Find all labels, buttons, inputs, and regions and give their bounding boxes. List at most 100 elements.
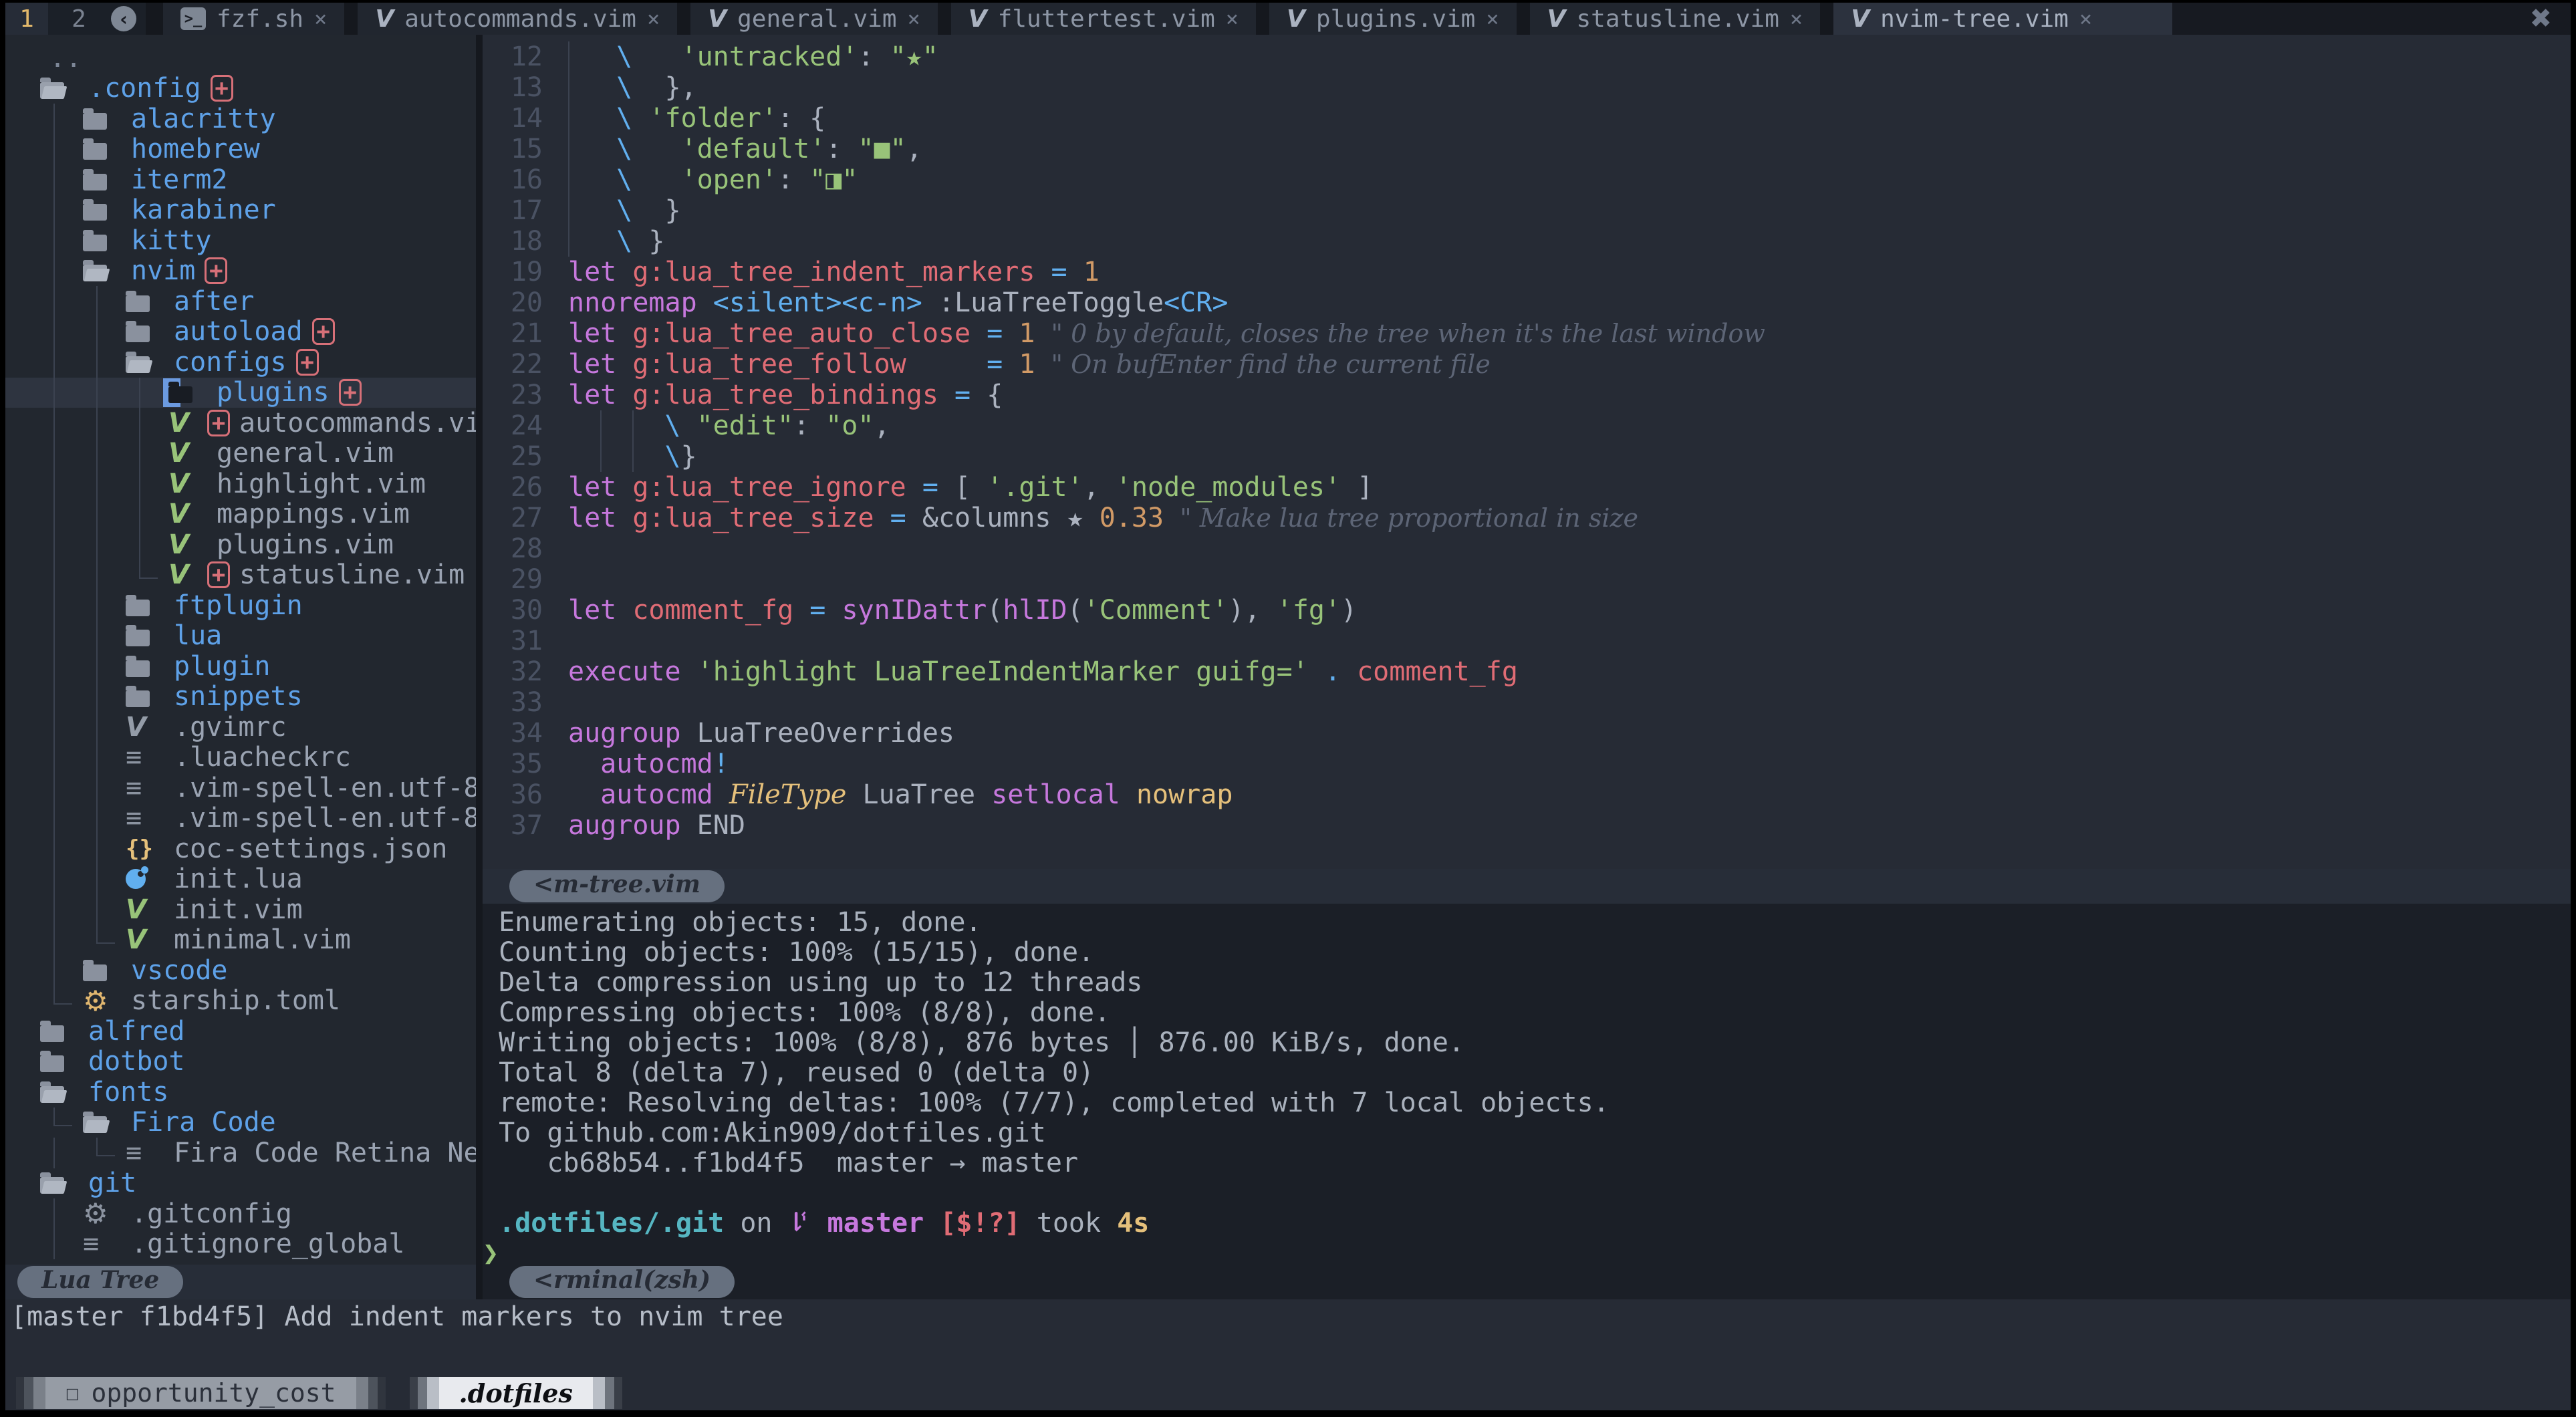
tree-item[interactable]: git: [5, 1168, 476, 1199]
tree-item[interactable]: Vplugins.vim: [5, 529, 476, 560]
file-tree-panel[interactable]: ...config+alacrittyhomebrewiterm2karabin…: [5, 35, 476, 1265]
terminal-pane[interactable]: Enumerating objects: 15, done. Counting …: [483, 904, 2571, 1265]
tree-item[interactable]: Vgeneral.vim: [5, 438, 476, 469]
tree-guide: [40, 1138, 83, 1168]
tree-item[interactable]: ⚙.gitconfig: [5, 1198, 476, 1229]
buffer-tab-fzf.sh[interactable]: >_fzf.sh×: [163, 3, 344, 35]
tree-item[interactable]: ..: [5, 43, 476, 74]
tab-close-icon[interactable]: ×: [314, 6, 327, 31]
line-number: 22: [483, 349, 568, 380]
tab-label: statusline.vim: [1576, 5, 1779, 33]
tree-icon-cell: {}: [126, 833, 158, 864]
window-separator[interactable]: [476, 35, 483, 1265]
tab-close-icon[interactable]: ×: [1486, 6, 1499, 31]
tmux-window-opportunity_cost[interactable]: ☐opportunity_cost: [16, 1377, 386, 1409]
buffer-tab-statusline.vim[interactable]: Vstatusline.vim×: [1530, 3, 1821, 35]
tree-item[interactable]: homebrew: [5, 134, 476, 165]
tree-item[interactable]: V+statusline.vim: [5, 560, 476, 591]
tabpage-2[interactable]: 2: [57, 5, 100, 33]
tree-item[interactable]: ≡.vim-spell-en.utf-8.: [5, 803, 476, 834]
terminal-icon: >_: [180, 7, 206, 30]
line-number: 32: [483, 656, 568, 687]
tree-guide: [83, 317, 126, 348]
back-icon[interactable]: ‹: [111, 6, 136, 31]
code-line: 26let g:lua_tree_ignore = [ '.git', 'nod…: [483, 472, 2571, 503]
tree-item[interactable]: ⚙ starship.toml: [5, 986, 476, 1017]
buffer-tab-general.vim[interactable]: Vgeneral.vim×: [690, 3, 938, 35]
tree-item[interactable]: vscode: [5, 955, 476, 986]
terminal-statusline-label: <rminal(zsh): [509, 1266, 735, 1298]
tree-item[interactable]: alacritty: [5, 104, 476, 134]
tree-guide: [126, 529, 168, 560]
tree-item[interactable]: iterm2: [5, 164, 476, 195]
tree-item-label: coc-settings.json: [174, 833, 447, 864]
tree-item-label: minimal.vim: [174, 925, 351, 956]
tree-icon-cell: [83, 195, 115, 226]
tree-item[interactable]: ≡.vim-spell-en.utf-8.: [5, 773, 476, 803]
tree-item[interactable]: after: [5, 286, 476, 317]
tree-item[interactable]: ≡Fira Code Retina Ner: [5, 1138, 476, 1168]
tab-label: plugins.vim: [1316, 5, 1475, 33]
tree-item[interactable]: ≡.gitignore_global: [5, 1229, 476, 1260]
tree-guide: [40, 590, 83, 621]
tree-item[interactable]: Fira Code: [5, 1108, 476, 1138]
tree-item[interactable]: plugins+: [5, 378, 476, 408]
tab-close-icon[interactable]: ×: [908, 6, 920, 31]
code-line: 27let g:lua_tree_size = &columns ★ 0.33 …: [483, 503, 2571, 533]
tree-icon-cell: V: [168, 529, 201, 560]
tree-item[interactable]: autoload+: [5, 317, 476, 348]
terminal-line: Delta compression using up to 12 threads: [483, 968, 2571, 998]
tree-item[interactable]: {} coc-settings.json: [5, 833, 476, 864]
tree-item[interactable]: Vinit.vim: [5, 894, 476, 925]
tree-icon-cell: V: [168, 408, 201, 438]
close-all-icon[interactable]: ✖: [2510, 3, 2571, 35]
tree-item[interactable]: V+autocommands.vim: [5, 408, 476, 438]
tree-item[interactable]: .config+: [5, 74, 476, 104]
buffer-tab-plugins.vim[interactable]: Vplugins.vim×: [1269, 3, 1517, 35]
tree-item[interactable]: Vmappings.vim: [5, 499, 476, 530]
tree-item[interactable]: kitty: [5, 225, 476, 256]
indent-guide: [568, 164, 584, 195]
tree-guide: [40, 134, 83, 165]
tree-item[interactable]: ≡.luacheckrc: [5, 743, 476, 773]
buffer-tab-nvim-tree.vim[interactable]: Vnvim-tree.vim×: [1833, 3, 2172, 35]
tree-item[interactable]: Vminimal.vim: [5, 925, 476, 956]
tree-item[interactable]: ftplugin: [5, 590, 476, 621]
tree-icon-cell: [126, 864, 158, 895]
tree-item[interactable]: configs+: [5, 347, 476, 378]
tmux-window-.dotfiles[interactable]: .dotfiles: [410, 1377, 622, 1409]
tree-icon-cell: [83, 225, 115, 256]
tree-item-label: .gitconfig: [131, 1198, 292, 1229]
tab-close-icon[interactable]: ×: [1226, 6, 1239, 31]
tree-item[interactable]: V.gvimrc: [5, 712, 476, 743]
tree-item[interactable]: snippets: [5, 682, 476, 713]
tree-item-label: starship.toml: [131, 986, 340, 1017]
tree-item-label: plugins.vim: [217, 529, 394, 560]
tab-close-icon[interactable]: ×: [2079, 6, 2092, 31]
tree-item[interactable]: init.lua: [5, 864, 476, 895]
tabpage-1[interactable]: 1: [5, 3, 48, 35]
tree-guide: [40, 164, 83, 195]
tree-item[interactable]: nvim+: [5, 256, 476, 287]
tree-item[interactable]: Vhighlight.vim: [5, 469, 476, 499]
tree-item[interactable]: karabiner: [5, 195, 476, 226]
tree-item[interactable]: alfred: [5, 1016, 476, 1047]
buffer-tab-fluttertest.vim[interactable]: Vfluttertest.vim×: [951, 3, 1256, 35]
tree-icon-cell: [126, 317, 158, 348]
tree-icon-cell: [83, 104, 115, 134]
tree-icon-cell: [40, 1016, 72, 1047]
tree-item[interactable]: fonts: [5, 1077, 476, 1108]
gear-icon: ⚙: [83, 986, 108, 1017]
tree-item[interactable]: lua: [5, 621, 476, 652]
folder-open-icon: [83, 1116, 107, 1133]
tree-item[interactable]: dotbot: [5, 1047, 476, 1077]
tree-item[interactable]: plugin: [5, 651, 476, 682]
editor-pane[interactable]: 12 \ 'untracked': "★"13 \ },14 \ 'folder…: [483, 35, 2571, 869]
buffer-tab-autocommands.vim[interactable]: Vautocommands.vim×: [358, 3, 677, 35]
plus-badge: +: [205, 257, 227, 284]
tab-close-icon[interactable]: ×: [1790, 6, 1803, 31]
tab-close-icon[interactable]: ×: [647, 6, 660, 31]
tree-item-label: snippets: [174, 682, 303, 713]
tmux-status-bar: ☐opportunity_cost .dotfiles: [5, 1376, 2571, 1410]
tree-guide: [40, 621, 83, 652]
